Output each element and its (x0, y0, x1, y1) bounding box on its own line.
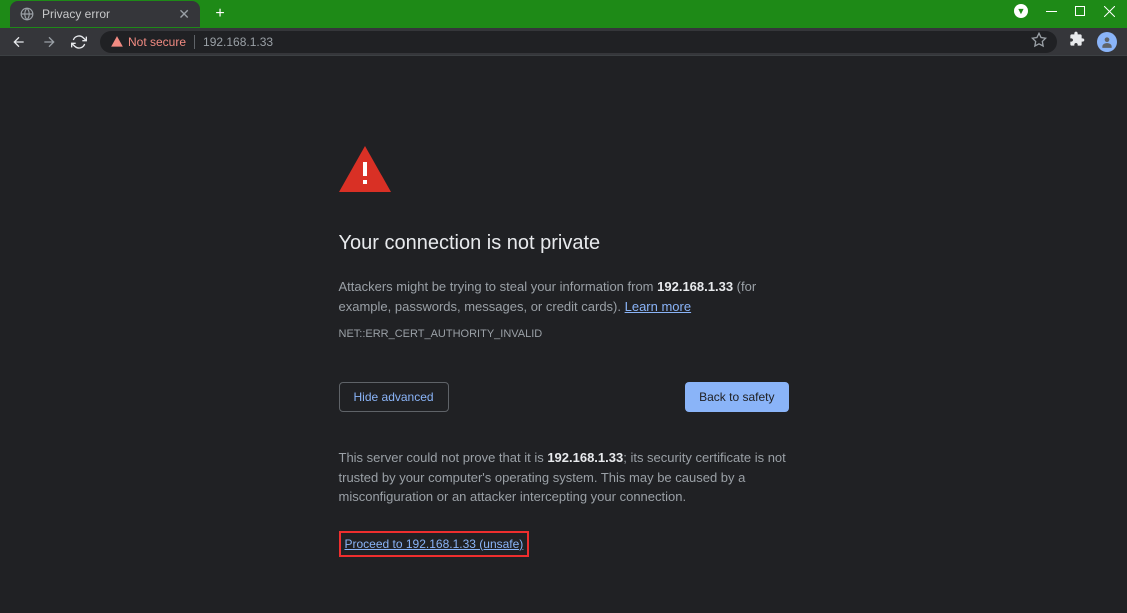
browser-tab[interactable]: Privacy error ✕ (10, 1, 200, 27)
address-bar[interactable]: Not secure 192.168.1.33 (100, 31, 1057, 53)
error-body: Attackers might be trying to steal your … (339, 277, 789, 316)
tabs-area: Privacy error ✕ + (10, 0, 232, 28)
button-row: Hide advanced Back to safety (339, 382, 789, 412)
browser-toolbar: Not secure 192.168.1.33 (0, 28, 1127, 56)
back-button[interactable] (10, 33, 28, 51)
extensions-icon[interactable] (1069, 31, 1085, 52)
window-controls: ▼ (1014, 0, 1127, 28)
tab-title: Privacy error (42, 7, 170, 21)
reload-button[interactable] (70, 33, 88, 51)
page-content: Your connection is not private Attackers… (0, 56, 1127, 557)
window-titlebar: Privacy error ✕ + ▼ (0, 0, 1127, 28)
update-indicator-icon[interactable]: ▼ (1014, 4, 1028, 18)
globe-icon (20, 7, 34, 21)
maximize-icon[interactable] (1075, 6, 1086, 17)
close-window-icon[interactable] (1104, 6, 1115, 17)
forward-button[interactable] (40, 33, 58, 51)
minimize-icon[interactable] (1046, 6, 1057, 17)
warning-triangle-icon (110, 35, 124, 49)
profile-avatar[interactable] (1097, 32, 1117, 52)
url-text: 192.168.1.33 (203, 35, 1023, 49)
advanced-text: This server could not prove that it is 1… (339, 448, 789, 507)
hide-advanced-button[interactable]: Hide advanced (339, 382, 449, 412)
warning-triangle-icon (339, 146, 789, 197)
new-tab-button[interactable]: + (208, 2, 232, 26)
close-tab-icon[interactable]: ✕ (178, 6, 190, 23)
learn-more-link[interactable]: Learn more (625, 299, 691, 314)
security-indicator[interactable]: Not secure (110, 35, 195, 49)
proceed-unsafe-link[interactable]: Proceed to 192.168.1.33 (unsafe) (339, 531, 530, 557)
error-container: Your connection is not private Attackers… (339, 146, 789, 557)
bookmark-star-icon[interactable] (1031, 32, 1047, 51)
back-to-safety-button[interactable]: Back to safety (685, 382, 788, 412)
error-title: Your connection is not private (339, 232, 789, 255)
error-code: NET::ERR_CERT_AUTHORITY_INVALID (339, 328, 789, 340)
security-label: Not secure (128, 35, 186, 49)
toolbar-icons (1069, 31, 1117, 52)
